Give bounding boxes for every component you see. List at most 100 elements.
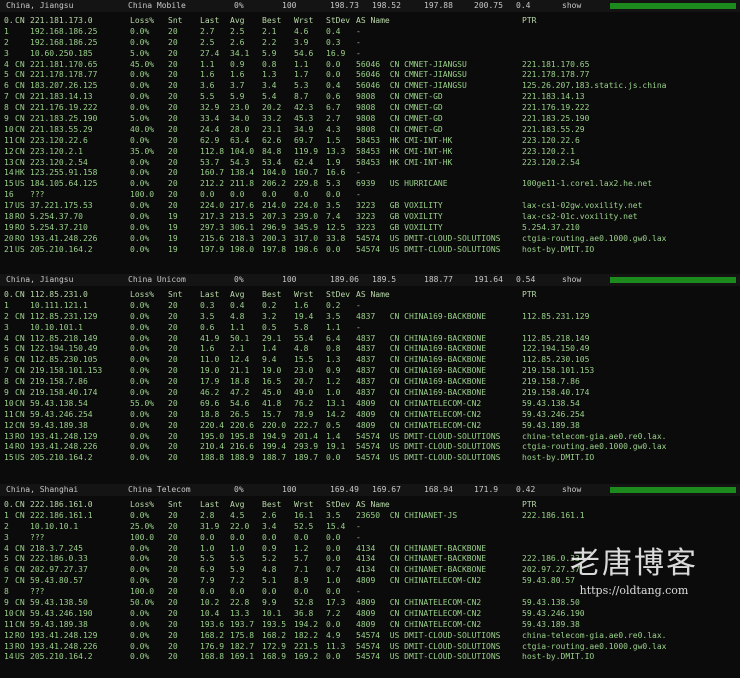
cell-snt: 20 — [168, 398, 178, 408]
cell-ptr: PTR — [522, 500, 537, 509]
hop-row: 10 CN 221.183.55.29 40.0% 20 24.4 28.0 23.1 34.9… — [0, 125, 740, 136]
cell-hop: 7 — [4, 366, 9, 376]
cell-wrst: 182.2 — [294, 630, 319, 640]
cell-last: 215.6 — [200, 233, 225, 243]
cell-best: 0.0 — [262, 190, 277, 200]
cell-host: 10.10.10.1 — [30, 521, 79, 531]
cell-avg: 18.8 — [230, 377, 250, 387]
cell-avg: 216.6 — [230, 442, 255, 452]
cell-avg: 198.0 — [230, 244, 255, 254]
cell-avg: 13.3 — [230, 608, 250, 618]
cell-snt: 20 — [168, 431, 178, 441]
cell-host: 59.43.189.38 — [30, 619, 88, 629]
cell-hop: 14 — [4, 442, 14, 452]
cell-wrst: 224.0 — [294, 201, 319, 211]
cell-best: 0.8 — [262, 59, 277, 69]
cell-wrst: 78.9 — [294, 409, 314, 419]
show-details-link[interactable]: show — [562, 485, 581, 494]
hop-row: 12 CN 223.120.2.1 35.0% 20 112.8 104.0 84.8 119.… — [0, 147, 740, 158]
cell-host: 183.207.26.125 — [30, 81, 98, 91]
hop-row: 4 CN 221.181.170.65 45.0% 20 1.1 0.9 0.8 1.1 0.0 5… — [0, 60, 740, 71]
hop-row: 11 CN 223.120.22.6 0.0% 20 62.9 63.4 62.6 69.7 1.… — [0, 136, 740, 147]
cell-cc: CN — [15, 409, 25, 419]
cell-cc: CN — [15, 420, 25, 430]
cell-snt: 20 — [168, 587, 178, 597]
success-bar — [610, 3, 736, 9]
cell-wrst: 52.8 — [294, 598, 314, 608]
probe-summary-row[interactable]: China, Jiangsu China Mobile 0% 100 198.73 198… — [0, 0, 740, 12]
cell-stdev: 0.9 — [326, 366, 341, 376]
cell-cc: CN — [15, 543, 25, 553]
cell-wrst: 36.8 — [294, 608, 314, 618]
cell-last: 46.2 — [200, 388, 220, 398]
cell-loss: Loss% — [130, 500, 155, 509]
cell-ptr: 219.158.40.174 — [522, 388, 590, 398]
cell-hop: 19 — [4, 222, 14, 232]
cell-last: 2.8 — [200, 510, 215, 520]
cell-host: 123.255.91.158 — [30, 168, 98, 178]
hop-row: 15 US 184.105.64.125 0.0% 20 212.2 211.8 206.2 2… — [0, 179, 740, 190]
cell-stdev: 0.0 — [326, 619, 341, 629]
cell-best: 168.2 — [262, 630, 287, 640]
cell-cc: CN — [15, 388, 25, 398]
cell-wrst: 55.4 — [294, 333, 314, 343]
cell-ptr: PTR — [522, 16, 537, 25]
probe-summary-row[interactable]: China, Shanghai China Telecom 0% 100 169.49 1… — [0, 484, 740, 496]
cell-stdev: 3.5 — [326, 201, 341, 211]
hop-row: 2 CN 112.85.231.129 0.0% 20 3.5 4.8 3.2 19.4 3.5 4… — [0, 312, 740, 323]
cell-loss: 50.0% — [130, 598, 155, 608]
cell-cc: CN — [15, 59, 25, 69]
cell-wrst: 20.7 — [294, 377, 314, 387]
cell-cc: CN — [15, 290, 25, 299]
cell-stdev: StDev — [326, 290, 351, 299]
cell-snt: 20 — [168, 510, 178, 520]
cell-cc: CN — [15, 81, 25, 91]
cell-stdev: 5.3 — [326, 179, 341, 189]
cell-host: 10.111.121.1 — [30, 300, 88, 310]
cell-hop: 12 — [4, 420, 14, 430]
cell-host: 112.85.231.0 — [30, 290, 88, 299]
cell-avg: 0.9 — [230, 59, 245, 69]
hop-row: 3 10.10.101.1 0.0% 20 0.6 1.1 0.5 5.8 1.1 - — [0, 323, 740, 334]
cell-last: 112.8 — [200, 146, 225, 156]
hop-row: 2 10.10.10.1 25.0% 20 31.9 22.0 3.4 52.5 15.4- — [0, 522, 740, 533]
cell-best: 29.1 — [262, 333, 282, 343]
cell-ptr: 223.120.22.6 — [522, 135, 580, 145]
cell-as: - — [356, 37, 361, 47]
probe-summary-row[interactable]: China, Jiangsu China Unicom 0% 100 189.06 189… — [0, 274, 740, 286]
cell-ptr: 221.183.14.13 — [522, 92, 585, 102]
cell-ptr: china-telecom-gia.ae0.re0.lax. — [522, 630, 667, 640]
cell-cc: RO — [15, 630, 25, 640]
cell-hop: 17 — [4, 201, 14, 211]
cell-ptr: 112.85.230.105 — [522, 355, 590, 365]
cell-as: 4134 CN CHINANET-BACKBONE — [356, 565, 487, 575]
cell-snt: 20 — [168, 377, 178, 387]
cell-snt: 20 — [168, 92, 178, 102]
hop-row: 11 CN 59.43.189.38 0.0% 20 193.6 193.7 193.5 194… — [0, 620, 740, 631]
show-details-link[interactable]: show — [562, 1, 581, 10]
cell-loss: 0.0% — [130, 201, 150, 211]
cell-ptr: china-telecom-gia.ae0.re0.lax. — [522, 431, 667, 441]
cell-snt: 20 — [168, 103, 178, 113]
cell-as: - — [356, 322, 361, 332]
cell-best: 0.0 — [262, 587, 277, 597]
cell-as: 9808 CN CMNET-GD — [356, 114, 443, 124]
cell-ptr: lax-cs2-01c.voxility.net — [522, 212, 638, 222]
cell-hop: 10 — [4, 398, 14, 408]
cell-snt: 20 — [168, 521, 178, 531]
cell-stdev: 0.7 — [326, 565, 341, 575]
cell-wrst: 0.0 — [294, 532, 309, 542]
cell-host: 193.41.248.129 — [30, 630, 98, 640]
cell-best: 3.2 — [262, 311, 277, 321]
cell-avg: 2.1 — [230, 344, 245, 354]
cell-avg: 63.4 — [230, 135, 250, 145]
cell-last: 27.4 — [200, 48, 220, 58]
cell-host: 193.41.248.129 — [30, 431, 98, 441]
hop-row: 19 RO 5.254.37.210 0.0% 19 297.3 306.1 296.9 345… — [0, 223, 740, 234]
cell-hop: 21 — [4, 244, 14, 254]
cell-snt: 20 — [168, 37, 178, 47]
cell-best: 0.2 — [262, 300, 277, 310]
cell-as: 6939 US HURRICANE — [356, 179, 448, 189]
show-details-link[interactable]: show — [562, 275, 581, 284]
cell-best: 296.9 — [262, 222, 287, 232]
